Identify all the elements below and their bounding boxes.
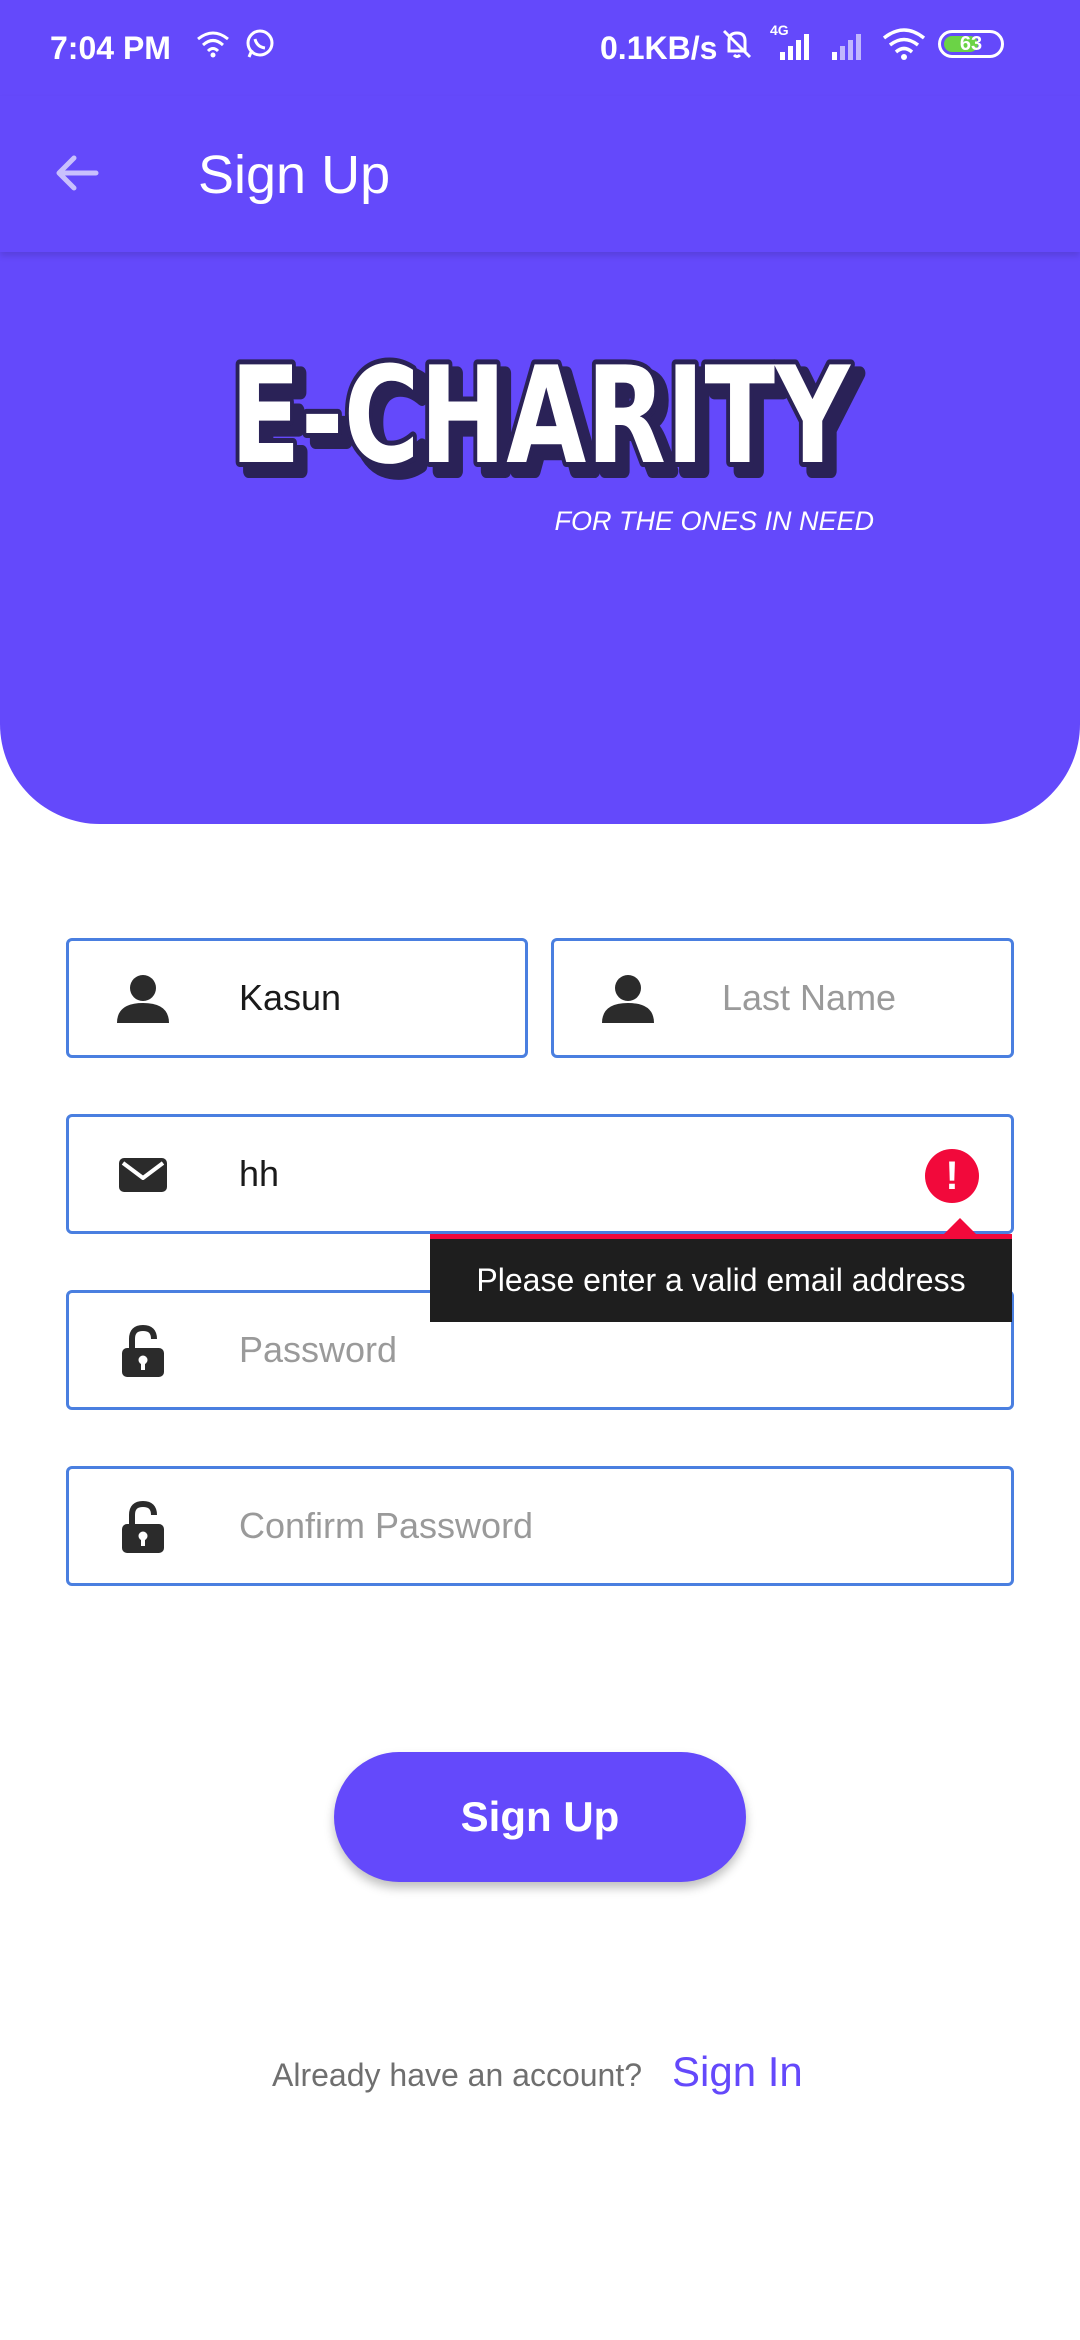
wifi-icon: [882, 28, 926, 60]
email-value: hh: [239, 1153, 280, 1194]
sign-in-link[interactable]: Sign In: [672, 2048, 803, 2096]
status-net-speed: 0.1KB/s: [600, 30, 718, 66]
signal-icon: [832, 34, 861, 60]
error-message: Please enter a valid email address: [476, 1262, 966, 1298]
last-name-field[interactable]: Last Name: [551, 938, 1014, 1058]
error-tooltip: Please enter a valid email address: [430, 1234, 1012, 1322]
header-background: 7:04 PM 0.1KB/s 4G 63 Sign Up E-CHARITY …: [0, 0, 1080, 824]
e-charity-logo: E-CHARITY E-CHARITY FOR THE ONES IN NEED: [225, 333, 874, 536]
error-icon[interactable]: !: [925, 1149, 979, 1203]
person-icon: [117, 975, 169, 1023]
status-left-icons: [196, 28, 276, 60]
signal-4g: 4G: [766, 22, 816, 62]
error-tooltip-pointer: [944, 1218, 976, 1234]
first-name-field[interactable]: Kasun: [66, 938, 528, 1058]
unlocked-icon: [122, 1324, 164, 1377]
email-field[interactable]: hh !: [66, 1114, 1014, 1234]
person-icon: [602, 975, 654, 1023]
status-time: 7:04 PM: [50, 30, 171, 66]
arrow-left-icon: [56, 155, 99, 191]
mute-bell-icon: [722, 29, 752, 59]
password-placeholder: Password: [239, 1329, 398, 1370]
logo-title: E-CHARITY: [230, 338, 852, 494]
back-button[interactable]: [44, 140, 110, 206]
battery-icon: 63: [938, 30, 1004, 58]
sign-up-button-label: Sign Up: [460, 1793, 620, 1840]
sign-in-row: Already have an account? Sign In: [272, 2048, 803, 2096]
status-right-icons: 4G 63: [720, 22, 1004, 62]
first-name-value: Kasun: [239, 977, 342, 1018]
wifi-icon: [197, 31, 229, 58]
last-name-placeholder: Last Name: [722, 977, 897, 1018]
signal-icon: [780, 34, 809, 60]
logo-tagline: FOR THE ONES IN NEED: [554, 506, 874, 536]
unlocked-icon: [122, 1500, 164, 1553]
whatsapp-icon: [246, 29, 274, 58]
status-bar: 7:04 PM 0.1KB/s 4G 63: [0, 0, 1080, 96]
page-title: Sign Up: [198, 145, 391, 205]
confirm-password-placeholder: Confirm Password: [239, 1505, 534, 1546]
app-bar: Sign Up: [0, 96, 1080, 252]
confirm-password-field[interactable]: Confirm Password: [66, 1466, 1014, 1586]
sign-in-question: Already have an account?: [272, 2057, 643, 2093]
battery-level: 63: [959, 32, 983, 55]
envelope-icon: [119, 1158, 167, 1192]
sign-up-button[interactable]: Sign Up: [334, 1752, 746, 1882]
